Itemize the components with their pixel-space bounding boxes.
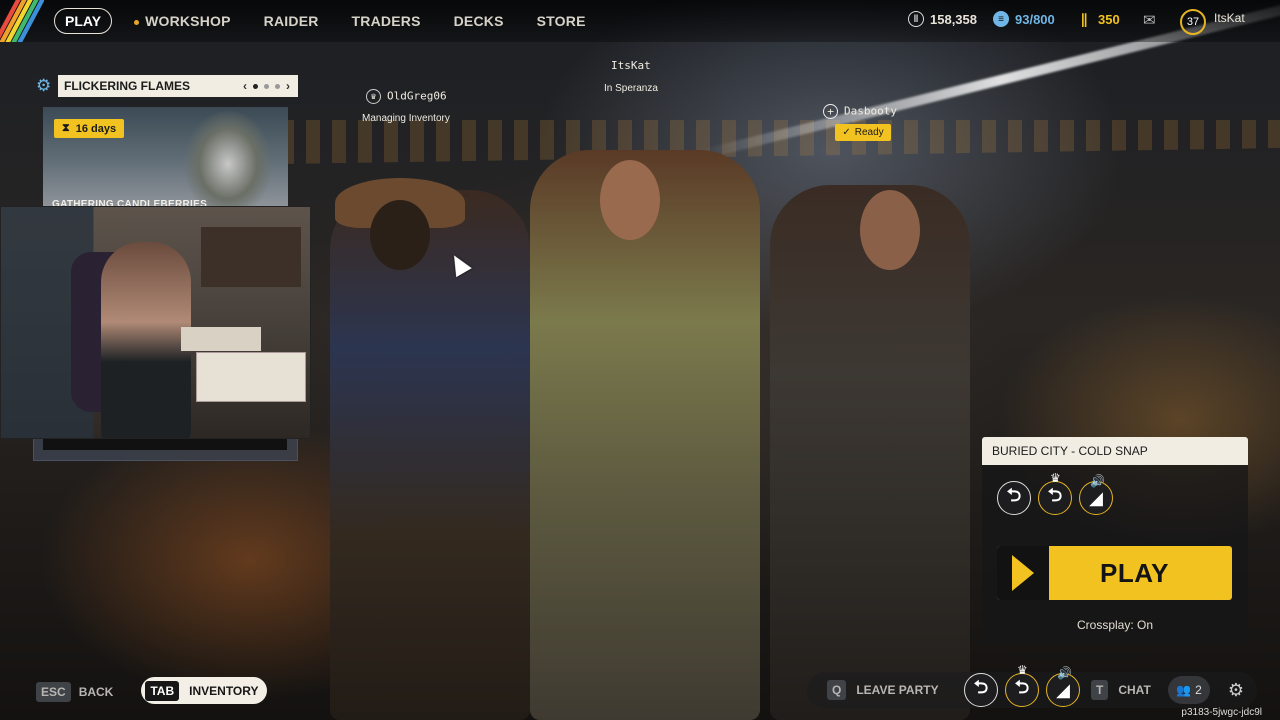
play-button[interactable]: PLAY xyxy=(997,546,1232,600)
bottom-left-actions: ESC BACK TAB INVENTORY xyxy=(36,677,267,704)
augment-slot-icon[interactable]: ⮌ xyxy=(964,673,998,707)
event-header[interactable]: FLICKERING FLAMES ‹ › xyxy=(58,75,298,97)
chat-label: CHAT xyxy=(1118,683,1151,697)
level-badge[interactable]: 37 xyxy=(1180,9,1206,35)
people-icon: 👥 xyxy=(1176,683,1192,697)
webcam-shelf xyxy=(201,227,301,287)
back-button[interactable]: BACK xyxy=(79,685,114,699)
nav-workshop-label: WORKSHOP xyxy=(145,13,231,29)
nav-traders[interactable]: TRADERS xyxy=(352,13,421,29)
stash-capacity[interactable]: ≡ 93/800 xyxy=(993,11,1055,27)
crown-icon: ♛ xyxy=(366,89,381,104)
nav-raider[interactable]: RAIDER xyxy=(264,13,319,29)
coins-counter[interactable]: ‖ 158,358 xyxy=(908,11,977,27)
speaker-icon: 🔊 xyxy=(1090,474,1105,488)
ready-label: Ready xyxy=(854,127,884,138)
nav-store[interactable]: STORE xyxy=(537,13,586,29)
crossplay-status[interactable]: Crossplay: On xyxy=(982,618,1248,632)
check-icon: ✓ xyxy=(842,127,851,138)
premium-counter[interactable]: ∥ 350 xyxy=(1076,11,1120,27)
days-remaining-label: 16 days xyxy=(75,122,117,135)
stash-icon: ≡ xyxy=(993,11,1009,27)
mail-icon: ✉ xyxy=(1143,12,1156,29)
character-left-head xyxy=(370,200,430,270)
pager-dot[interactable] xyxy=(275,83,280,89)
session-id: p3183-5jwgc-jdc9l xyxy=(1181,707,1262,718)
t-key-icon: T xyxy=(1091,680,1109,700)
crown-icon: ♛ xyxy=(1017,663,1028,677)
leave-party-label: LEAVE PARTY xyxy=(856,683,939,697)
webcam-pizza-box xyxy=(196,352,306,402)
play-button-label: PLAY xyxy=(1100,557,1169,588)
ready-badge: ✓ Ready xyxy=(835,124,891,141)
party-member-status: Managing Inventory xyxy=(362,113,450,124)
inventory-button[interactable]: TAB INVENTORY xyxy=(141,677,267,704)
nav-workshop[interactable]: WORKSHOP xyxy=(134,13,231,29)
q-key-icon: Q xyxy=(827,680,847,700)
premium-value: 350 xyxy=(1098,11,1120,27)
days-remaining-badge: ⧗ 16 days xyxy=(54,119,125,138)
party-member-itskat[interactable]: ItsKat xyxy=(611,59,651,72)
coin-icon: ‖ xyxy=(908,11,924,27)
character-center xyxy=(530,150,760,720)
party-member-oldgreg[interactable]: ♛ OldGreg06 xyxy=(366,89,447,104)
mail-button[interactable]: ✉ xyxy=(1143,11,1156,29)
notification-dot-icon xyxy=(134,19,140,25)
nav-decks[interactable]: DECKS xyxy=(454,13,504,29)
character-right xyxy=(770,185,970,720)
event-title: FLICKERING FLAMES xyxy=(64,79,190,93)
stash-value: 93/800 xyxy=(1015,11,1055,27)
character-right-head xyxy=(860,190,920,270)
settings-gear-icon[interactable]: ⚙ xyxy=(1222,676,1250,704)
pager-dot-active[interactable] xyxy=(253,83,258,89)
chevron-right-icon[interactable]: › xyxy=(286,79,290,93)
tab-key-icon: TAB xyxy=(145,680,180,701)
party-member-name: OldGreg06 xyxy=(387,89,447,103)
gear-icon[interactable]: ⚙ xyxy=(36,77,54,95)
party-count-button[interactable]: 👥 2 xyxy=(1168,676,1210,704)
top-navigation-bar: PLAY WORKSHOP RAIDER TRADERS DECKS STORE… xyxy=(0,0,1280,42)
leave-party-button[interactable]: Q LEAVE PARTY xyxy=(827,680,939,700)
party-count-value: 2 xyxy=(1195,683,1202,697)
speaker-icon: 🔊 xyxy=(1057,666,1072,680)
hourglass-icon: ⧗ xyxy=(62,122,70,134)
chat-button[interactable]: T CHAT xyxy=(1091,680,1151,700)
party-member-dasbooty[interactable]: + Dasbooty xyxy=(823,104,897,119)
play-arrow-icon xyxy=(997,546,1049,600)
webcam-box-top xyxy=(181,327,261,351)
username[interactable]: ItsKat xyxy=(1214,11,1245,25)
map-selector[interactable]: BURIED CITY - COLD SNAP xyxy=(982,437,1248,465)
webcam-frame-inner xyxy=(43,438,287,450)
crown-icon: ♛ xyxy=(1050,471,1061,485)
rainbow-stripes-logo xyxy=(0,0,44,42)
main-nav: PLAY WORKSHOP RAIDER TRADERS DECKS STORE xyxy=(54,8,586,34)
pager-dot[interactable] xyxy=(264,83,269,89)
coins-value: 158,358 xyxy=(930,11,977,27)
chevron-left-icon[interactable]: ‹ xyxy=(243,79,247,93)
augment-slot-icon[interactable]: ⮌ xyxy=(1005,673,1039,707)
nav-play[interactable]: PLAY xyxy=(54,8,113,34)
character-left xyxy=(330,190,530,720)
premium-currency-icon: ∥ xyxy=(1080,10,1088,27)
character-center-head xyxy=(600,160,660,240)
add-friend-icon[interactable]: + xyxy=(823,104,838,119)
party-member-name: Dasbooty xyxy=(844,104,897,118)
inventory-label: INVENTORY xyxy=(189,683,259,698)
webcam-overlay xyxy=(0,206,311,439)
esc-key-icon[interactable]: ESC xyxy=(36,682,71,702)
augment-slot-icon[interactable]: ⮌ xyxy=(1038,481,1072,515)
webcam-streamer xyxy=(101,242,191,438)
event-card-image xyxy=(183,109,273,207)
event-pager: ‹ › xyxy=(243,79,290,93)
augment-slot-icon[interactable]: ⮌ xyxy=(997,481,1031,515)
party-member-status: In Speranza xyxy=(604,83,658,94)
